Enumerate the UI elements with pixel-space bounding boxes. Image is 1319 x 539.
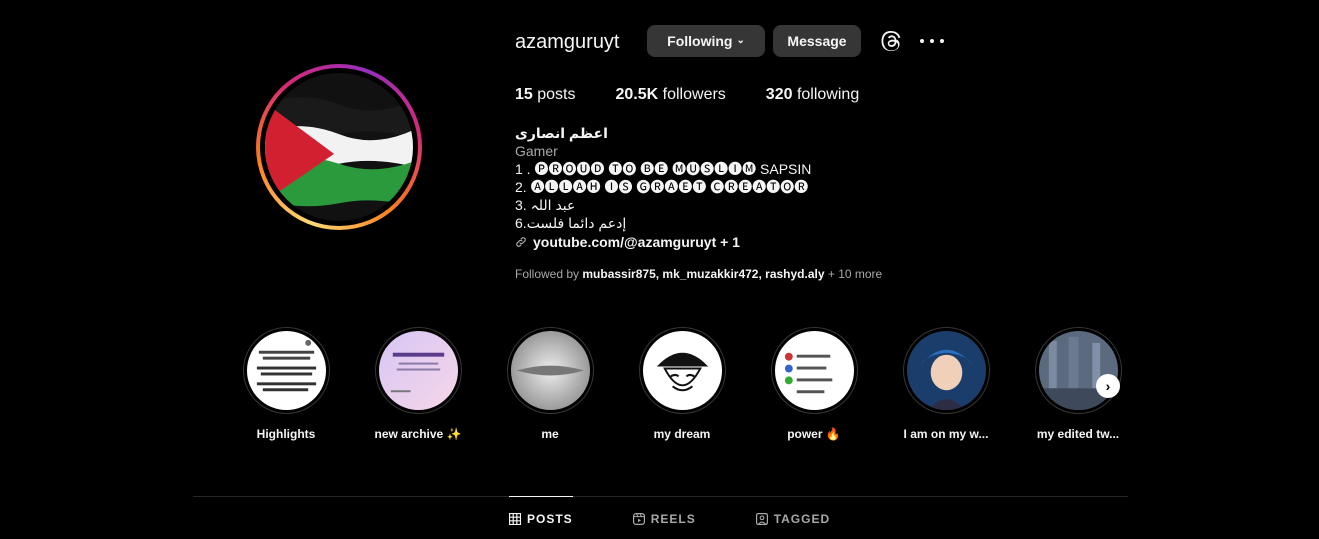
- bio-link-text: youtube.com/@azamguruyt + 1: [533, 234, 740, 250]
- highlight-label: new archive ✨: [374, 427, 462, 441]
- followed-by-more: + 10 more: [824, 267, 883, 281]
- highlight-item[interactable]: I am on my w...: [896, 327, 996, 441]
- highlight-label: my dream: [653, 427, 711, 441]
- profile-full-name: اعظم انصاری: [515, 125, 608, 141]
- highlight-thumbnail: [246, 331, 326, 410]
- highlight-item[interactable]: my dream: [632, 327, 732, 441]
- following-label: following: [796, 86, 860, 103]
- highlight-item[interactable]: Highlights: [236, 327, 336, 441]
- chevron-right-icon[interactable]: ›: [1096, 374, 1120, 398]
- profile-bio: اعظم انصاری Gamer 1 . 🅟🅡🅞🅤🅓 🅣🅞 🅑🅔 🅜🅤🅢🅛🅘🅜…: [515, 124, 935, 251]
- message-button[interactable]: Message: [773, 25, 861, 57]
- highlight-label: my edited tw...: [1036, 427, 1120, 441]
- followed-by-users: mubassir875, mk_muzakkir472, rashyd.aly: [582, 267, 825, 281]
- more-options-icon[interactable]: [920, 31, 944, 51]
- followers-stat[interactable]: 20.5K followers: [616, 86, 726, 104]
- following-stat[interactable]: 320 following: [766, 86, 859, 104]
- highlight-ring: [374, 327, 462, 414]
- highlight-item[interactable]: me: [500, 327, 600, 441]
- tab-posts[interactable]: POSTS: [509, 496, 573, 539]
- tagged-icon: [755, 512, 768, 525]
- tab-reels[interactable]: REELS: [632, 496, 696, 539]
- highlight-label: me: [541, 427, 559, 441]
- highlight-label: Highlights: [256, 427, 316, 441]
- highlight-ring: [638, 327, 726, 414]
- posts-label: posts: [537, 86, 576, 103]
- threads-icon[interactable]: [880, 29, 904, 53]
- followed-by-prefix: Followed by: [515, 267, 583, 281]
- avatar-inner: [260, 68, 418, 226]
- highlight-ring: [902, 327, 990, 414]
- bio-line: 6.إدعم دائما فلست: [515, 215, 627, 231]
- highlight-thumbnail: [906, 331, 986, 410]
- tab-posts-label: POSTS: [527, 512, 573, 526]
- palestine-flag-image: [265, 73, 413, 221]
- profile-avatar-ring[interactable]: [256, 64, 422, 230]
- posts-stat: 15 posts: [515, 86, 576, 104]
- highlight-item[interactable]: new archive ✨: [368, 327, 468, 441]
- posts-count: 15: [515, 86, 533, 103]
- chevron-down-icon: ⌄: [736, 34, 745, 46]
- bio-line: 3. عبد اللہ: [515, 197, 576, 213]
- highlight-ring: [770, 327, 858, 414]
- tab-tagged[interactable]: TAGGED: [755, 496, 831, 539]
- profile-category: Gamer: [515, 143, 558, 159]
- followers-label: followers: [662, 86, 726, 103]
- highlight-label: power 🔥: [787, 427, 841, 441]
- bio-line: 1 . 🅟🅡🅞🅤🅓 🅣🅞 🅑🅔 🅜🅤🅢🅛🅘🅜 SAPSIN: [515, 161, 812, 177]
- followers-count: 20.5K: [615, 86, 659, 103]
- following-button[interactable]: Following ⌄: [647, 25, 765, 57]
- highlight-item[interactable]: power 🔥: [764, 327, 864, 441]
- highlight-ring: [506, 327, 594, 414]
- profile-username: azamguruyt: [515, 31, 620, 53]
- highlight-thumbnail: [642, 331, 722, 410]
- highlight-thumbnail: [774, 331, 854, 410]
- profile-stats: 15 posts 20.5K followers 320 following: [515, 86, 899, 104]
- bio-line: 2. 🅐🅛🅛🅐🅗 🅘🅢 🅖🅡🅐🅔🅣 🅒🅡🅔🅐🅣🅞🅡: [515, 179, 809, 195]
- highlight-ring: [1034, 327, 1122, 414]
- link-icon: [516, 237, 526, 247]
- following-button-label: Following: [667, 33, 733, 49]
- dot: [930, 39, 934, 43]
- highlight-thumbnail: [378, 331, 458, 410]
- following-count: 320: [765, 86, 793, 103]
- grid-icon: [509, 513, 521, 525]
- profile-tabs: POSTS REELS TAGGED: [509, 496, 890, 539]
- highlight-thumbnail: [1038, 331, 1118, 410]
- tab-tagged-label: TAGGED: [773, 511, 831, 526]
- dot: [920, 39, 924, 43]
- avatar: [265, 73, 413, 221]
- highlight-label: I am on my w...: [903, 427, 989, 441]
- highlight-ring: [242, 327, 330, 414]
- highlight-thumbnail: [510, 331, 590, 410]
- followed-by[interactable]: Followed by mubassir875, mk_muzakkir472,…: [515, 267, 882, 281]
- bio-link[interactable]: youtube.com/@azamguruyt + 1: [515, 233, 935, 251]
- reels-icon: [632, 512, 645, 525]
- tab-reels-label: REELS: [650, 511, 696, 526]
- dot: [940, 39, 944, 43]
